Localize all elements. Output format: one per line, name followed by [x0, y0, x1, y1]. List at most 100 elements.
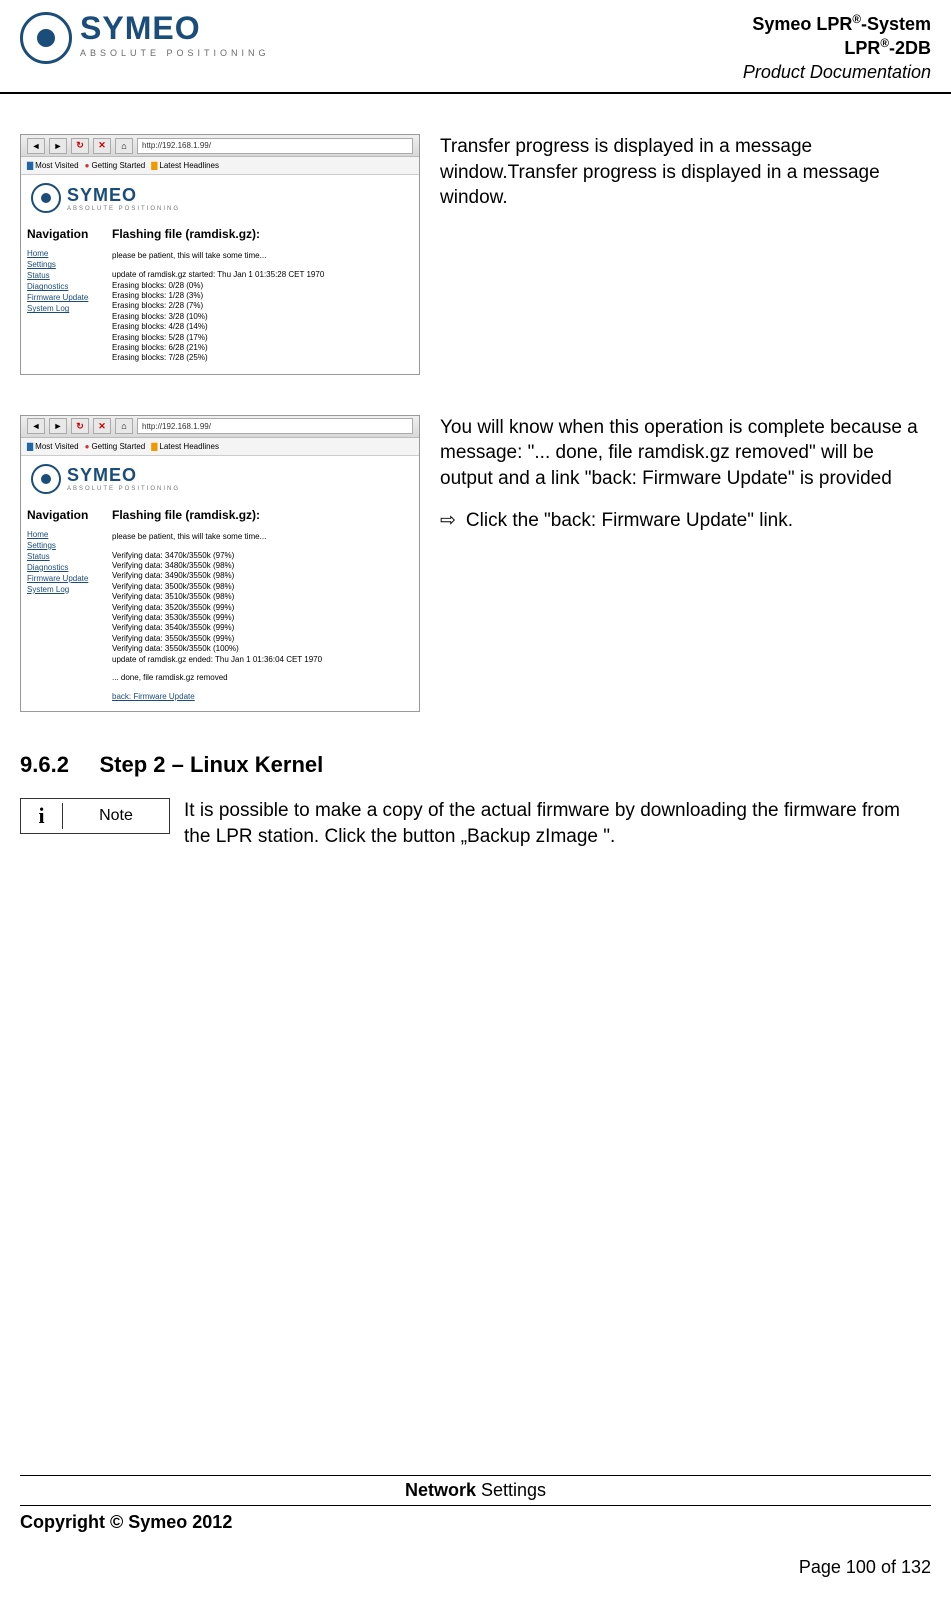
- note-box: i Note: [20, 798, 170, 834]
- ss-nav-status: Status: [27, 552, 112, 561]
- ss-logo-sub: ABSOLUTE POSITIONING: [67, 206, 180, 212]
- doc-title-1a: Symeo LPR: [752, 14, 852, 34]
- log-line: Erasing blocks: 0/28 (0%): [112, 281, 413, 291]
- log-line: Verifying data: 3540k/3550k (99%): [112, 623, 413, 633]
- log-line: Erasing blocks: 1/28 (3%): [112, 291, 413, 301]
- log-line: Erasing blocks: 6/28 (21%): [112, 343, 413, 353]
- ss-logo: SYMEO ABSOLUTE POSITIONING: [21, 175, 419, 227]
- section-title: Step 2 – Linux Kernel: [100, 752, 324, 777]
- ss-log-lines-2: Verifying data: 3470k/3550k (97%) Verify…: [112, 551, 413, 665]
- ss-nav-settings: Settings: [27, 541, 112, 550]
- ss-logo-text: SYMEO: [67, 185, 180, 206]
- bookmark-bar: ▇Most Visited ●Getting Started ▇Latest H…: [21, 157, 419, 175]
- page-footer: Network Settings Copyright © Symeo 2012 …: [0, 1475, 951, 1598]
- log-line: Verifying data: 3490k/3550k (98%): [112, 571, 413, 581]
- doc-title-block: Symeo LPR®-System LPR®-2DB Product Docum…: [743, 12, 931, 84]
- ss-log-lines-1: update of ramdisk.gz started: Thu Jan 1 …: [112, 270, 413, 364]
- log-line: update of ramdisk.gz ended: Thu Jan 1 01…: [112, 655, 413, 665]
- bookmark-latest: ▇Latest Headlines: [151, 161, 219, 170]
- desc-1: Transfer progress is displayed in a mess…: [440, 134, 931, 375]
- page-content: ◄ ► ↻ ✕ ⌂ http://192.168.1.99/ ▇Most Vis…: [0, 94, 951, 849]
- ss-nav-2: Navigation Home Settings Status Diagnost…: [27, 508, 112, 701]
- footer-page: Page 100 of 132: [20, 1557, 931, 1578]
- ss-logo-icon: [31, 464, 61, 494]
- stop-icon: ✕: [93, 418, 111, 434]
- ss-main-title: Flashing file (ramdisk.gz):: [112, 227, 413, 241]
- note-label: Note: [63, 807, 169, 825]
- log-line: update of ramdisk.gz started: Thu Jan 1 …: [112, 270, 413, 280]
- bookmark-most-visited: ▇Most Visited: [27, 442, 79, 451]
- log-line: Erasing blocks: 2/28 (7%): [112, 301, 413, 311]
- ss-nav-title: Navigation: [27, 227, 112, 241]
- reload-icon: ↻: [71, 138, 89, 154]
- log-line: Verifying data: 3530k/3550k (99%): [112, 613, 413, 623]
- bookmark-latest: ▇Latest Headlines: [151, 442, 219, 451]
- logo-text: SYMEO: [80, 12, 270, 44]
- section-heading: 9.6.2 Step 2 – Linux Kernel: [20, 752, 931, 778]
- back-icon: ◄: [27, 138, 45, 154]
- forward-icon: ►: [49, 138, 67, 154]
- log-line: Verifying data: 3470k/3550k (97%): [112, 551, 413, 561]
- note-text: It is possible to make a copy of the act…: [184, 798, 931, 849]
- ss-nav-title: Navigation: [27, 508, 112, 522]
- bookmark-getting-started: ●Getting Started: [85, 161, 146, 170]
- logo-subtext: ABSOLUTE POSITIONING: [80, 48, 270, 58]
- desc-2-action: ⇨ Click the "back: Firmware Update" link…: [440, 508, 931, 534]
- ss-nav-status: Status: [27, 271, 112, 280]
- screenshot-1: ◄ ► ↻ ✕ ⌂ http://192.168.1.99/ ▇Most Vis…: [20, 134, 420, 375]
- desc-2-text: You will know when this operation is com…: [440, 415, 931, 492]
- ss-logo-text: SYMEO: [67, 465, 180, 486]
- logo-icon: [20, 12, 72, 64]
- log-line: Verifying data: 3550k/3550k (99%): [112, 634, 413, 644]
- footer-section: Network Settings: [20, 1476, 931, 1505]
- footer-section-rest: Settings: [476, 1480, 546, 1500]
- ss-nav-firmware: Firmware Update: [27, 574, 112, 583]
- ss-back-link: back: Firmware Update: [112, 692, 413, 701]
- log-line: Erasing blocks: 4/28 (14%): [112, 322, 413, 332]
- log-line: Verifying data: 3520k/3550k (99%): [112, 603, 413, 613]
- ss-logo-sub: ABSOLUTE POSITIONING: [67, 486, 180, 492]
- ss-nav-home: Home: [27, 249, 112, 258]
- reload-icon: ↻: [71, 418, 89, 434]
- stop-icon: ✕: [93, 138, 111, 154]
- back-icon: ◄: [27, 418, 45, 434]
- desc-2: You will know when this operation is com…: [440, 415, 931, 712]
- log-line: Verifying data: 3550k/3550k (100%): [112, 644, 413, 654]
- browser-toolbar-2: ◄ ► ↻ ✕ ⌂ http://192.168.1.99/: [21, 416, 419, 438]
- ss-done: ... done, file ramdisk.gz removed: [112, 673, 413, 682]
- doc-title-1b: -System: [861, 14, 931, 34]
- home-icon: ⌂: [115, 418, 133, 434]
- bookmark-bar-2: ▇Most Visited ●Getting Started ▇Latest H…: [21, 438, 419, 456]
- ss-nav-syslog: System Log: [27, 585, 112, 594]
- doc-title-2a: LPR: [844, 38, 880, 58]
- logo: SYMEO ABSOLUTE POSITIONING: [20, 12, 270, 64]
- ss-nav-firmware: Firmware Update: [27, 293, 112, 302]
- ss-wait: please be patient, this will take some t…: [112, 251, 413, 260]
- instruction-row-1: ◄ ► ↻ ✕ ⌂ http://192.168.1.99/ ▇Most Vis…: [20, 134, 931, 375]
- info-icon: i: [21, 803, 63, 829]
- bookmark-getting-started: ●Getting Started: [85, 442, 146, 451]
- log-line: Erasing blocks: 7/28 (25%): [112, 353, 413, 363]
- bookmark-most-visited: ▇Most Visited: [27, 161, 79, 170]
- ss-nav-diagnostics: Diagnostics: [27, 563, 112, 572]
- ss-main: Flashing file (ramdisk.gz): please be pa…: [112, 227, 413, 364]
- ss-nav-diagnostics: Diagnostics: [27, 282, 112, 291]
- ss-nav-settings: Settings: [27, 260, 112, 269]
- ss-nav-syslog: System Log: [27, 304, 112, 313]
- ss-logo-2: SYMEO ABSOLUTE POSITIONING: [21, 456, 419, 508]
- reg-mark-2: ®: [880, 37, 889, 50]
- ss-main-title: Flashing file (ramdisk.gz):: [112, 508, 413, 522]
- ss-wait: please be patient, this will take some t…: [112, 532, 413, 541]
- log-line: Verifying data: 3510k/3550k (98%): [112, 592, 413, 602]
- ss-nav-home: Home: [27, 530, 112, 539]
- ss-nav: Navigation Home Settings Status Diagnost…: [27, 227, 112, 364]
- instruction-row-2: ◄ ► ↻ ✕ ⌂ http://192.168.1.99/ ▇Most Vis…: [20, 415, 931, 712]
- log-line: Verifying data: 3480k/3550k (98%): [112, 561, 413, 571]
- home-icon: ⌂: [115, 138, 133, 154]
- log-line: Erasing blocks: 5/28 (17%): [112, 333, 413, 343]
- ss-main-2: Flashing file (ramdisk.gz): please be pa…: [112, 508, 413, 701]
- ss-logo-icon: [31, 183, 61, 213]
- doc-title-2b: -2DB: [889, 38, 931, 58]
- note-row: i Note It is possible to make a copy of …: [20, 798, 931, 849]
- forward-icon: ►: [49, 418, 67, 434]
